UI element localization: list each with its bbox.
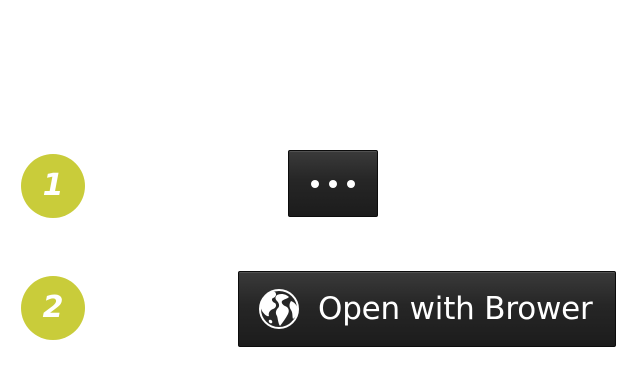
step-2-badge: 2 bbox=[21, 276, 85, 340]
more-horizontal-icon bbox=[311, 179, 355, 188]
open-with-browser-label: Open with Brower bbox=[318, 291, 593, 327]
step-1-badge: 1 bbox=[21, 154, 85, 218]
open-with-browser-button[interactable]: Open with Brower bbox=[238, 271, 616, 347]
step-1-number: 1 bbox=[42, 168, 64, 203]
globe-icon bbox=[259, 289, 299, 329]
step-2-number: 2 bbox=[42, 290, 64, 325]
more-options-button[interactable] bbox=[288, 150, 378, 217]
